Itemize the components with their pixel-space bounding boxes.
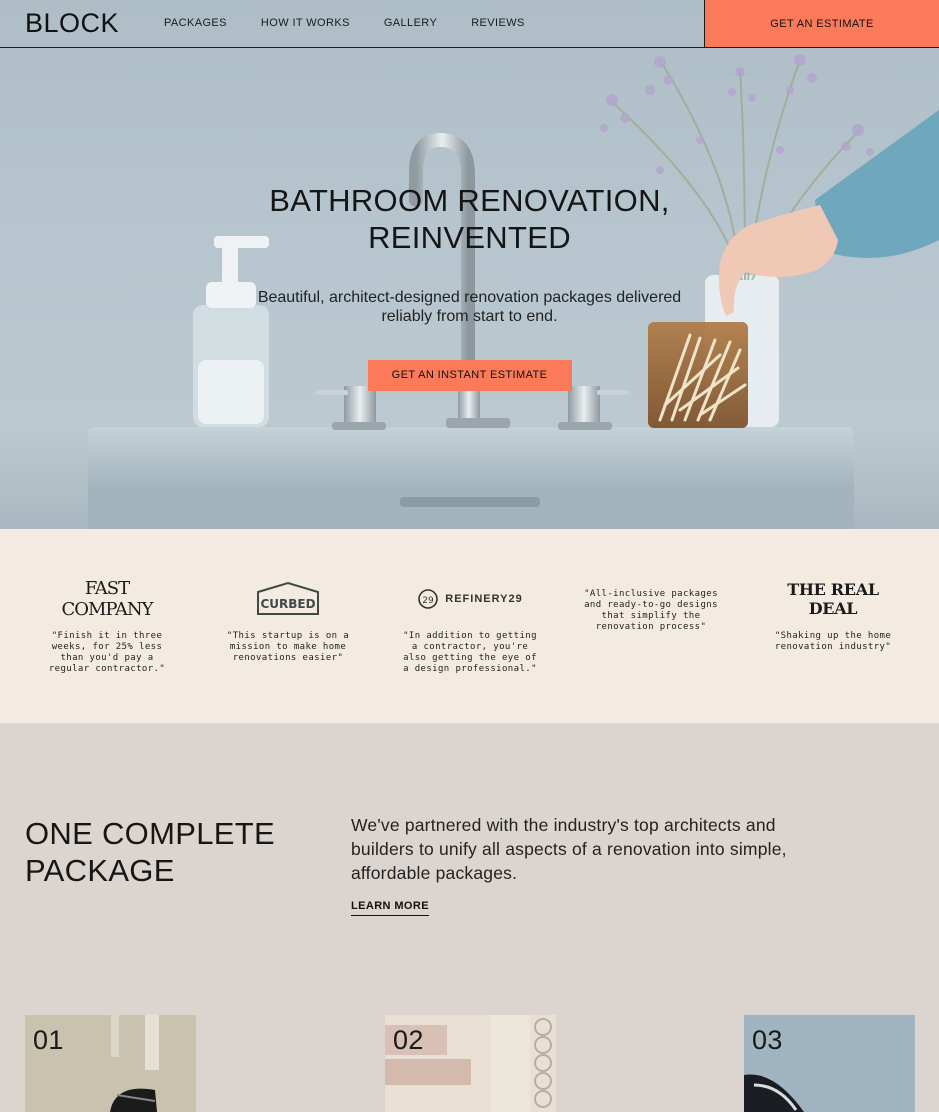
get-estimate-button[interactable]: GET AN ESTIMATE (704, 0, 939, 48)
hero-title: BATHROOM RENOVATION, REINVENTED (269, 183, 670, 255)
svg-text:CURBED: CURBED (260, 597, 315, 611)
top-nav: BLOCK PACKAGES HOW IT WORKS GALLERY REVI… (0, 0, 939, 48)
press-item: 29 REFINERY29 "In addition to getting a … (403, 579, 537, 675)
hero-section: BATHROOM RENOVATION, REINVENTED Beautifu… (0, 0, 939, 529)
press-quote: "In addition to getting a contractor, yo… (403, 631, 537, 674)
nav-link-reviews[interactable]: REVIEWS (471, 17, 525, 29)
press-quote: "Shaking up the home renovation industry… (774, 631, 892, 652)
nav-link-how-it-works[interactable]: HOW IT WORKS (261, 17, 350, 29)
instant-estimate-button[interactable]: GET AN INSTANT ESTIMATE (367, 360, 572, 391)
press-item: "All-inclusive packages and ready-to-go … (582, 589, 720, 633)
press-quote: "Finish it in three weeks, for 25% less … (48, 631, 166, 674)
svg-text:29: 29 (423, 596, 435, 606)
package-title: ONE COMPLETE PACKAGE (25, 816, 275, 888)
package-tile-1[interactable]: 01 (25, 1015, 196, 1112)
tile-number: 01 (33, 1025, 64, 1055)
refinery29-logo: 29 REFINERY29 (403, 579, 537, 619)
press-item: CURBED "This startup is on a mission to … (225, 579, 351, 664)
hero-subtitle: Beautiful, architect-designed renovation… (257, 289, 682, 325)
refinery29-circle-icon: 29 (418, 589, 439, 609)
fast-company-logo: FAST COMPANY (61, 578, 153, 620)
package-tile-3[interactable]: 03 (744, 1015, 915, 1112)
press-quote: "All-inclusive packages and ready-to-go … (584, 589, 718, 632)
press-quote: "This startup is on a mission to make ho… (226, 631, 350, 663)
brand-logo[interactable]: BLOCK (25, 8, 119, 39)
nav-link-packages[interactable]: PACKAGES (164, 17, 227, 29)
package-tile-2[interactable]: 02 (385, 1015, 556, 1112)
learn-more-link[interactable]: LEARN MORE (351, 900, 429, 916)
the-real-deal-logo: THE REAL DEAL (787, 580, 879, 618)
nav-links: PACKAGES HOW IT WORKS GALLERY REVIEWS (164, 17, 559, 29)
nav-link-gallery[interactable]: GALLERY (384, 17, 437, 29)
tile-number: 03 (752, 1025, 783, 1055)
press-item: THE REAL DEAL "Shaking up the home renov… (770, 579, 896, 653)
curbed-badge-icon: CURBED (257, 581, 319, 615)
package-section: ONE COMPLETE PACKAGE We've partnered wit… (0, 723, 939, 1112)
press-item: FAST COMPANY "Finish it in three weeks, … (38, 578, 176, 675)
press-section: FAST COMPANY "Finish it in three weeks, … (0, 529, 939, 723)
tile-number: 02 (393, 1025, 424, 1055)
curbed-logo: CURBED (225, 579, 351, 619)
package-description: We've partnered with the industry's top … (351, 815, 787, 883)
